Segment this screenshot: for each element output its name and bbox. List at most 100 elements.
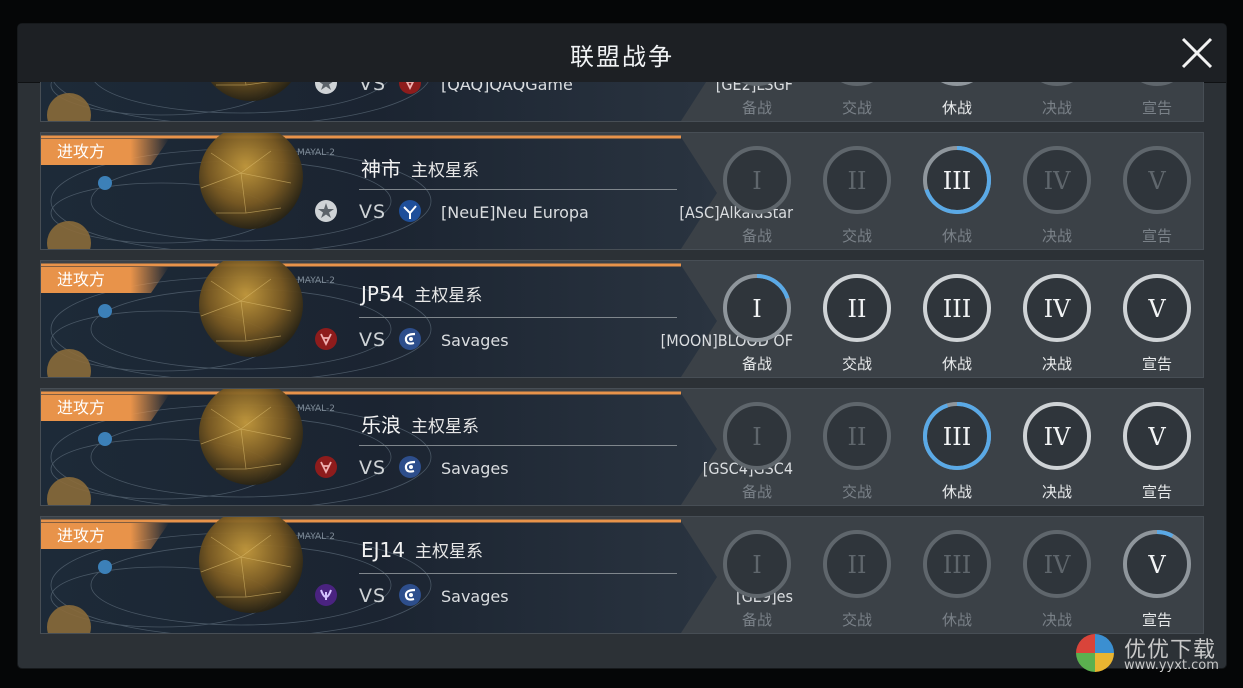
watermark-url: www.yyxt.com: [1124, 658, 1219, 673]
stage-step-2[interactable]: II 交战: [817, 267, 897, 377]
stage-label: 休战: [941, 99, 972, 117]
stage-step-4[interactable]: IV 决战: [1017, 395, 1097, 505]
stage-label: 宣告: [1141, 227, 1172, 245]
stage-numeral: V: [1147, 551, 1166, 579]
stage-step-5[interactable]: V 宣告: [1117, 523, 1197, 633]
stage-step-3[interactable]: III 休战: [917, 523, 997, 633]
stage-numeral: I: [752, 295, 761, 323]
stage-step-5[interactable]: V 宣告: [1117, 267, 1197, 377]
red-emblem-icon: [399, 82, 421, 94]
alliance-b-name: Savages: [441, 587, 509, 606]
alliance-b-name: [QAQ]QAQGame: [441, 82, 573, 94]
red-emblem-icon: [315, 328, 337, 350]
watermark: 优优下载 www.yyxt.com: [1072, 630, 1232, 680]
page-title: 联盟战争: [570, 43, 674, 71]
stage-step-1[interactable]: I 备战: [717, 139, 797, 249]
stage-label: 交战: [841, 227, 872, 245]
stage-step[interactable]: 备战: [717, 82, 797, 121]
stage-numeral: IV: [1044, 295, 1071, 323]
stage-step-4[interactable]: IV 决战: [1017, 139, 1097, 249]
divider: [359, 189, 677, 190]
alliance-b-name: [NeuE]Neu Europa: [441, 203, 589, 222]
attacker-tag: 进攻方: [57, 526, 106, 545]
stage-numeral: I: [752, 167, 761, 195]
stage-numeral: I: [752, 551, 761, 579]
stage-label: 宣告: [1141, 611, 1172, 629]
stage-numeral: II: [848, 551, 867, 579]
stage-step[interactable]: 决战: [1017, 82, 1097, 121]
stage-step-1[interactable]: I 备战: [717, 395, 797, 505]
stage-step[interactable]: 交战: [817, 82, 897, 121]
system-title: JP54 主权星系: [361, 281, 482, 306]
stage-label: 备战: [741, 355, 772, 373]
stage-numeral: V: [1147, 167, 1166, 195]
stage-label: 备战: [741, 483, 772, 501]
stage-step-5[interactable]: V 宣告: [1117, 139, 1197, 249]
stage-label: 备战: [741, 227, 772, 245]
alliance-a-emblem: [313, 326, 339, 352]
stage-label: 休战: [941, 483, 972, 501]
alliance-a-emblem: [313, 198, 339, 224]
star-emblem-icon: [315, 200, 337, 222]
stage-label: 交战: [841, 99, 872, 117]
war-row[interactable]: MAYAL-2 进攻方 EJ14主权星系 [GE9]es VS Savages …: [40, 516, 1204, 634]
vs-label: VS: [359, 585, 387, 607]
attacker-tag: 进攻方: [57, 398, 106, 417]
savages-emblem-icon: [399, 584, 421, 606]
close-button[interactable]: [1180, 36, 1214, 70]
stage-step-2[interactable]: II 交战: [817, 395, 897, 505]
system-title: 乐浪 主权星系: [361, 409, 479, 438]
stage-label: 决战: [1041, 99, 1072, 117]
alliance-b-emblem: [397, 582, 423, 608]
svg-text:MAYAL-2: MAYAL-2: [297, 148, 335, 158]
stage-numeral: III: [943, 295, 971, 323]
vs-label: VS: [359, 82, 387, 95]
stage-step-3[interactable]: III 休战: [917, 395, 997, 505]
stage-step-4[interactable]: IV 决战: [1017, 523, 1097, 633]
vs-label: VS: [359, 457, 387, 479]
purple-emblem-icon: [315, 584, 337, 606]
stage-step[interactable]: 休战: [917, 82, 997, 121]
stage-step-1[interactable]: I 备战: [717, 523, 797, 633]
vs-label: VS: [359, 329, 387, 351]
war-row[interactable]: MAYAL-2 进攻方 JP54 主权星系 [MOON]BLOOD OF VS S…: [40, 260, 1204, 378]
stage-step-1[interactable]: I 备战: [717, 267, 797, 377]
stage-numeral: IV: [1044, 167, 1071, 195]
alliance-b-emblem: [397, 82, 423, 96]
stage-label: 交战: [841, 611, 872, 629]
stage-numeral: I: [752, 423, 761, 451]
system-title: 神市 主权星系: [361, 153, 479, 182]
alliance-b-emblem: [397, 198, 423, 224]
stage-step-2[interactable]: II 交战: [817, 523, 897, 633]
war-row[interactable]: MAYAL-2 进攻方 神市 主权星系 [ASC]AlkaidStar VS [N…: [40, 132, 1204, 250]
stage-label: 休战: [941, 611, 972, 629]
system-name: 神市: [361, 157, 401, 181]
divider: [359, 317, 677, 318]
war-list[interactable]: MAYAL-2 [GE2]LSGF VS [QAQ]QAQGame 备战 交战 …: [40, 82, 1204, 668]
system-type: 主权星系: [411, 417, 479, 437]
stage-numeral: V: [1147, 423, 1166, 451]
divider: [359, 445, 677, 446]
stage-step[interactable]: 宣告: [1117, 82, 1197, 121]
stage-label: 休战: [941, 227, 972, 245]
svg-text:MAYAL-2: MAYAL-2: [297, 276, 335, 286]
war-row[interactable]: MAYAL-2 进攻方 乐浪主权星系 [GSC4]GSC4 VS Savages…: [40, 388, 1204, 506]
savages-emblem-icon: [399, 456, 421, 478]
stage-label: 宣告: [1141, 99, 1172, 117]
stage-step-3[interactable]: III 休战: [917, 267, 997, 377]
war-row-partial[interactable]: MAYAL-2 [GE2]LSGF VS [QAQ]QAQGame 备战 交战 …: [40, 82, 1204, 122]
stage-label: 宣告: [1141, 483, 1172, 501]
stage-step-5[interactable]: V 宣告: [1117, 395, 1197, 505]
close-icon: [1181, 37, 1213, 69]
stage-step-2[interactable]: II 交战: [817, 139, 897, 249]
attacker-tag: 进攻方: [57, 270, 106, 289]
savages-emblem-icon: [399, 328, 421, 350]
stage-step-3[interactable]: III 休战: [917, 139, 997, 249]
stage-numeral: III: [943, 423, 971, 451]
stage-label: 决战: [1041, 611, 1072, 629]
stage-step-4[interactable]: IV 决战: [1017, 267, 1097, 377]
stage-label: 决战: [1041, 355, 1072, 373]
stage-label: 休战: [941, 355, 972, 373]
svg-text:MAYAL-2: MAYAL-2: [297, 532, 335, 542]
svg-text:MAYAL-2: MAYAL-2: [297, 404, 335, 414]
